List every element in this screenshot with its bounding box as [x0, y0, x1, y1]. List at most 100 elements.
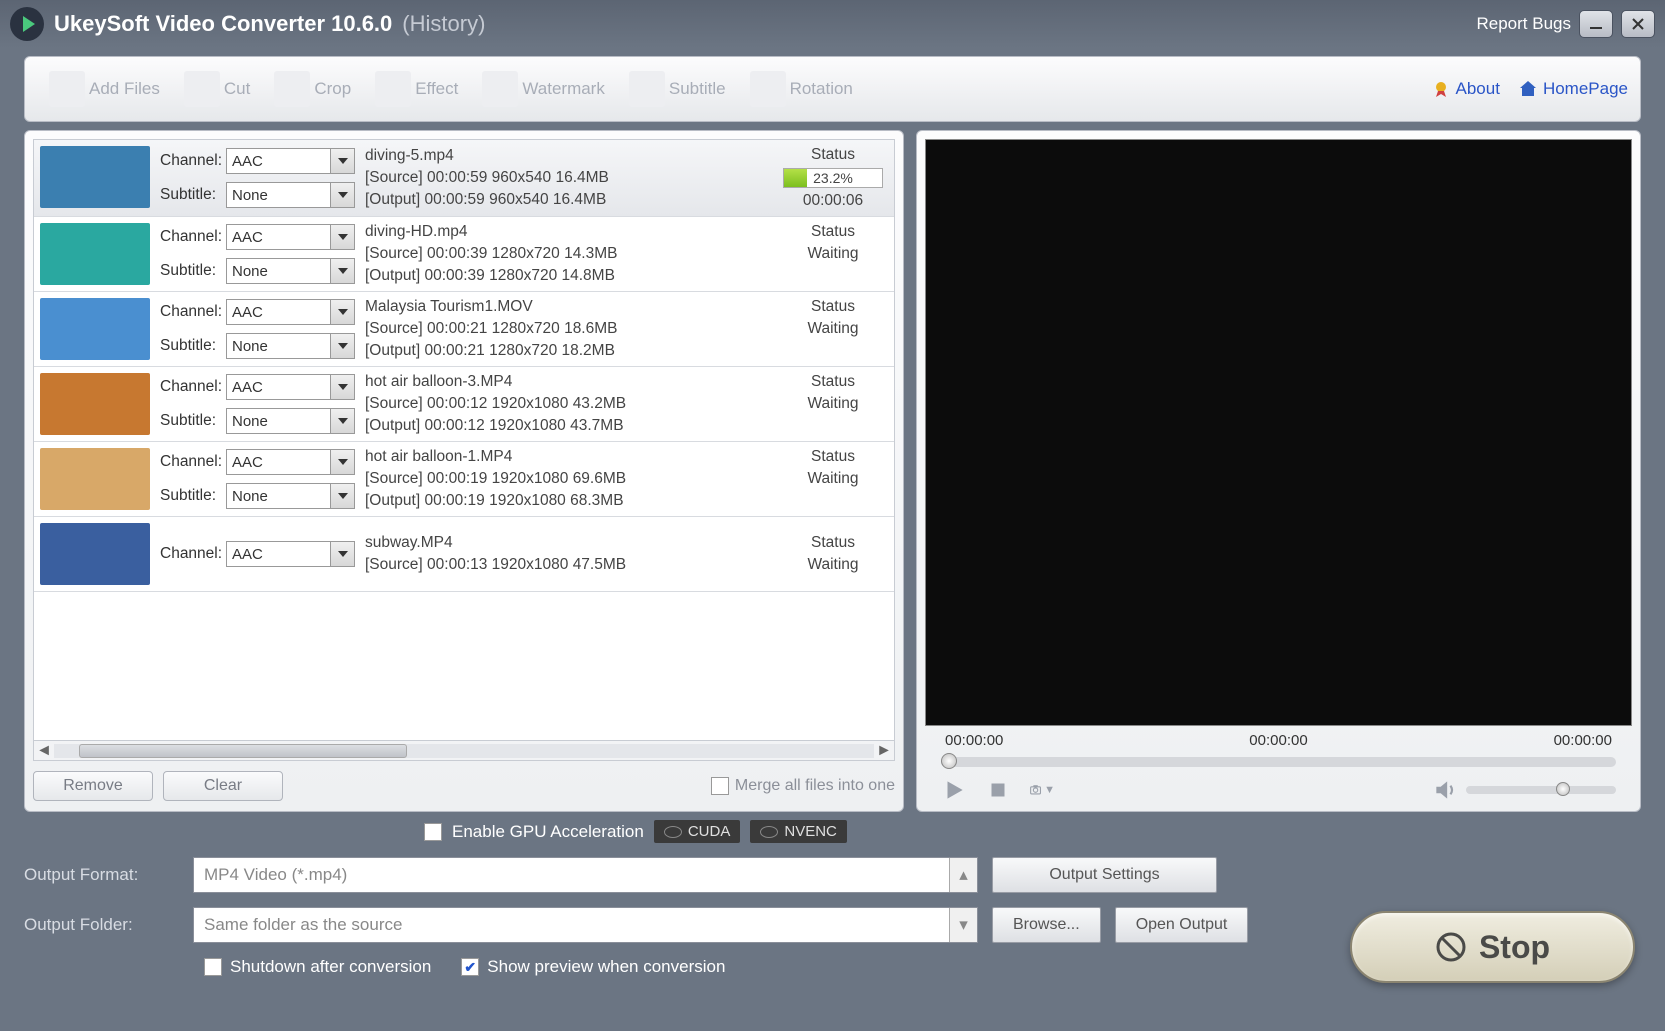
- shutdown-checkbox[interactable]: [204, 958, 222, 976]
- tool-crop[interactable]: Crop: [262, 67, 363, 111]
- file-status: StatusWaiting: [778, 448, 888, 510]
- merge-checkbox[interactable]: [711, 777, 729, 795]
- gpu-checkbox[interactable]: [424, 823, 442, 841]
- app-title: UkeySoft Video Converter 10.6.0: [54, 11, 392, 37]
- file-thumbnail: [40, 146, 150, 208]
- stop-playback-button[interactable]: [985, 777, 1011, 803]
- tool-add-files[interactable]: Add Files: [37, 67, 172, 111]
- source-info: [Source] 00:00:21 1280x720 18.6MB: [365, 320, 768, 338]
- tool-watermark[interactable]: Watermark: [470, 67, 617, 111]
- source-info: [Source] 00:00:59 960x540 16.4MB: [365, 169, 768, 187]
- time-current: 00:00:00: [945, 732, 1003, 749]
- file-name: hot air balloon-3.MP4: [365, 373, 768, 391]
- snapshot-button[interactable]: ▼: [1029, 777, 1055, 803]
- shutdown-label: Shutdown after conversion: [230, 957, 431, 977]
- nvenc-tag: NVENC: [750, 820, 847, 843]
- file-name: diving-HD.mp4: [365, 223, 768, 241]
- subtitle-select[interactable]: None: [226, 333, 355, 359]
- channel-select[interactable]: AAC: [226, 148, 355, 174]
- output-info: [Output] 00:00:12 1920x1080 43.7MB: [365, 417, 768, 435]
- file-row[interactable]: Channel:AAC Subtitle:None Malaysia Touri…: [34, 292, 894, 367]
- stop-button[interactable]: Stop: [1350, 911, 1635, 983]
- tool-cut[interactable]: Cut: [172, 67, 262, 111]
- stop-icon: [1435, 931, 1467, 963]
- about-link[interactable]: About: [1431, 79, 1500, 99]
- chevron-down-icon: [330, 225, 354, 249]
- volume-icon[interactable]: [1432, 777, 1458, 803]
- output-folder-label: Output Folder:: [24, 915, 179, 935]
- chevron-down-icon: [330, 409, 354, 433]
- subtitle-select[interactable]: None: [226, 483, 355, 509]
- output-info: [Output] 00:00:39 1280x720 14.8MB: [365, 267, 768, 285]
- file-row[interactable]: Channel:AAC Subtitle:None diving-HD.mp4 …: [34, 217, 894, 292]
- source-info: [Source] 00:00:19 1920x1080 69.6MB: [365, 470, 768, 488]
- chevron-down-icon: [330, 259, 354, 283]
- rotate-icon: [750, 71, 786, 107]
- volume-slider[interactable]: [1466, 786, 1616, 794]
- file-row[interactable]: Channel:AAC Subtitle:None hot air balloo…: [34, 442, 894, 517]
- output-info: [Output] 00:00:21 1280x720 18.2MB: [365, 342, 768, 360]
- preview-checkbox[interactable]: [461, 958, 479, 976]
- volume-handle[interactable]: [1556, 782, 1570, 796]
- preview-canvas: [925, 139, 1632, 726]
- file-thumbnail: [40, 373, 150, 435]
- channel-select[interactable]: AAC: [226, 299, 355, 325]
- output-folder-select[interactable]: Same folder as the source▾: [193, 907, 978, 943]
- subtitle-select[interactable]: None: [226, 408, 355, 434]
- tool-rotation[interactable]: Rotation: [738, 67, 865, 111]
- browse-button[interactable]: Browse...: [992, 907, 1101, 943]
- output-format-select[interactable]: MP4 Video (*.mp4)▴: [193, 857, 978, 893]
- file-row[interactable]: Channel:AAC Subtitle:None diving-5.mp4 […: [34, 140, 894, 217]
- time-mid: 00:00:00: [1249, 732, 1307, 749]
- water-icon: [482, 71, 518, 107]
- subtitle-icon: [629, 71, 665, 107]
- homepage-link[interactable]: HomePage: [1518, 79, 1628, 99]
- toolbar: Add Files Cut Crop Effect Watermark Subt…: [24, 56, 1641, 122]
- channel-select[interactable]: AAC: [226, 541, 355, 567]
- output-settings-button[interactable]: Output Settings: [992, 857, 1217, 893]
- app-title-suffix: (History): [402, 11, 485, 37]
- clear-button[interactable]: Clear: [163, 771, 283, 801]
- report-bugs-link[interactable]: Report Bugs: [1477, 14, 1572, 34]
- channel-select[interactable]: AAC: [226, 224, 355, 250]
- output-info: [Output] 00:00:59 960x540 16.4MB: [365, 191, 768, 209]
- file-row[interactable]: Channel:AAC subway.MP4 [Source] 00:00:13…: [34, 517, 894, 592]
- horizontal-scrollbar[interactable]: ◄►: [33, 741, 895, 761]
- tool-effect[interactable]: Effect: [363, 67, 470, 111]
- file-status: StatusWaiting: [778, 223, 888, 285]
- output-format-label: Output Format:: [24, 865, 179, 885]
- open-output-button[interactable]: Open Output: [1115, 907, 1249, 943]
- channel-select[interactable]: AAC: [226, 374, 355, 400]
- file-list-panel: Channel:AAC Subtitle:None diving-5.mp4 […: [24, 130, 904, 812]
- chevron-down-icon: [330, 300, 354, 324]
- remove-button[interactable]: Remove: [33, 771, 153, 801]
- file-name: hot air balloon-1.MP4: [365, 448, 768, 466]
- nvidia-icon: [664, 826, 682, 838]
- file-row[interactable]: Channel:AAC Subtitle:None hot air balloo…: [34, 367, 894, 442]
- chevron-down-icon: ▾: [949, 908, 977, 942]
- file-list[interactable]: Channel:AAC Subtitle:None diving-5.mp4 […: [33, 139, 895, 741]
- scissors-icon: [184, 71, 220, 107]
- fx-icon: [375, 71, 411, 107]
- play-button[interactable]: [941, 777, 967, 803]
- seek-handle[interactable]: [941, 753, 957, 769]
- subtitle-select[interactable]: None: [226, 182, 355, 208]
- file-name: diving-5.mp4: [365, 147, 768, 165]
- gpu-label: Enable GPU Acceleration: [452, 822, 644, 842]
- preview-panel: 00:00:00 00:00:00 00:00:00 ▼: [916, 130, 1641, 812]
- minimize-button[interactable]: [1579, 10, 1613, 38]
- file-thumbnail: [40, 298, 150, 360]
- file-name: Malaysia Tourism1.MOV: [365, 298, 768, 316]
- channel-select[interactable]: AAC: [226, 449, 355, 475]
- close-button[interactable]: [1621, 10, 1655, 38]
- file-status: StatusWaiting: [778, 298, 888, 360]
- file-status: StatusWaiting: [778, 373, 888, 435]
- subtitle-select[interactable]: None: [226, 258, 355, 284]
- tool-subtitle[interactable]: Subtitle: [617, 67, 738, 111]
- chevron-down-icon: [330, 149, 354, 173]
- nvidia-icon: [760, 826, 778, 838]
- medal-icon: [1431, 79, 1451, 99]
- seek-bar[interactable]: [941, 757, 1616, 767]
- titlebar: UkeySoft Video Converter 10.6.0 (History…: [0, 0, 1665, 48]
- source-info: [Source] 00:00:12 1920x1080 43.2MB: [365, 395, 768, 413]
